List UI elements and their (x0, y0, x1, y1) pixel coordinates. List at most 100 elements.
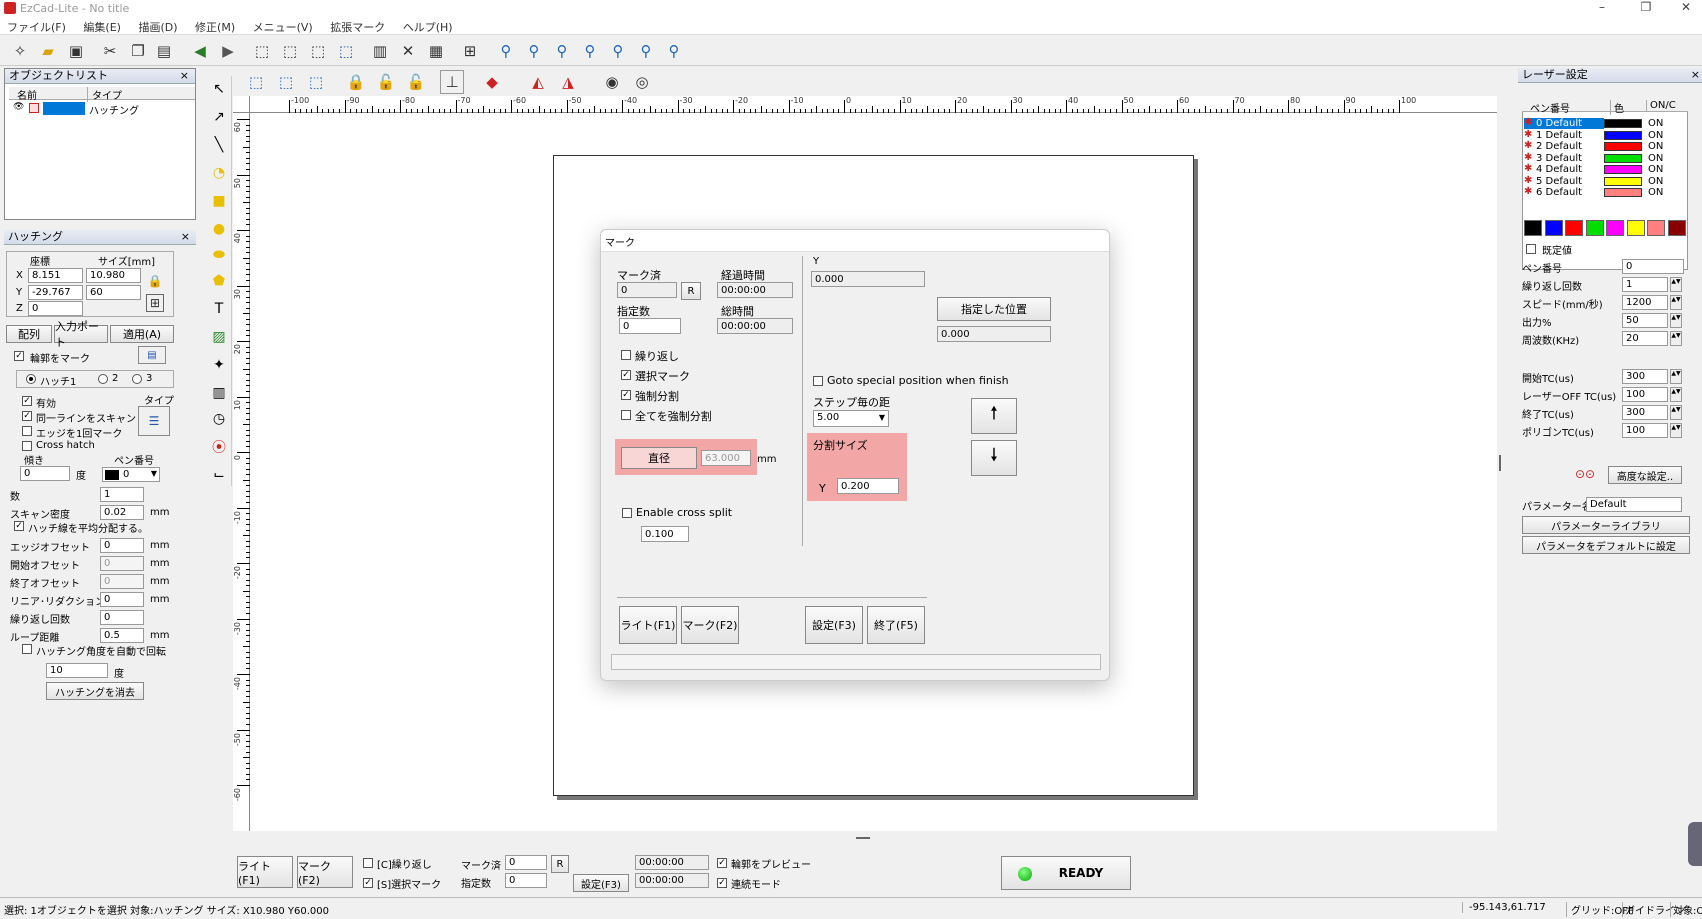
param-library-button[interactable]: パラメーターライブラリ (1522, 516, 1690, 534)
ungroup-icon[interactable]: ⬚ (306, 39, 330, 63)
speed-spinner[interactable]: ▲▼ (1670, 295, 1682, 310)
menu-modify[interactable]: 修正(M) (188, 17, 242, 35)
palette-color-swatch[interactable] (1626, 220, 1645, 236)
param-default-button[interactable]: パラメータをデフォルトに設定 (1522, 536, 1690, 554)
palette-color-swatch[interactable] (1544, 220, 1563, 236)
paste-icon[interactable]: ▤ (152, 39, 176, 63)
off-tc-spinner[interactable]: ▲▼ (1670, 387, 1682, 402)
minimize-button[interactable]: – (1582, 0, 1622, 17)
angle-input[interactable] (20, 466, 70, 481)
speed-input[interactable] (1622, 295, 1668, 310)
all-force-split-checkbox[interactable] (621, 410, 631, 420)
zoom-icon[interactable]: ⚲ (494, 39, 518, 63)
hatch-type-icon[interactable]: ☰ (138, 406, 170, 436)
tab-import[interactable]: 入力ポート (54, 320, 108, 349)
output-port-icon[interactable]: ⌙ (208, 464, 230, 486)
new-file-icon[interactable]: ✧ (8, 39, 32, 63)
zoom-select-icon[interactable]: ⚲ (662, 39, 686, 63)
zoom-all-icon[interactable]: ⚲ (634, 39, 658, 63)
start-tc-input[interactable] (1622, 369, 1668, 384)
zoom-out-icon[interactable]: ⚲ (578, 39, 602, 63)
linear-reduction-input[interactable] (100, 592, 144, 607)
text-icon[interactable]: T (208, 298, 230, 320)
advanced-settings-button[interactable]: 高度な設定.. (1608, 466, 1682, 484)
pen-row[interactable]: ✱ 4 Default ON (1524, 163, 1676, 175)
pen-row[interactable]: ✱ 1 Default ON (1524, 129, 1676, 141)
param-name-input[interactable] (1586, 497, 1682, 512)
undo-icon[interactable]: ◀ (188, 39, 212, 63)
size-lock-icon[interactable]: 🔒 (146, 272, 164, 290)
close-icon[interactable]: × (180, 69, 189, 83)
bottom-light-button[interactable]: ライト(F1) (237, 856, 293, 888)
palette-color-swatch[interactable] (1606, 220, 1624, 236)
z-input[interactable] (28, 301, 83, 316)
off-tc-input[interactable] (1622, 387, 1668, 402)
exit-button[interactable]: 終了(F5) (867, 606, 925, 644)
split-y-input[interactable] (837, 478, 899, 494)
reset-count-button[interactable]: R (681, 282, 701, 300)
save-icon[interactable]: ▣ (64, 39, 88, 63)
mark-outline-checkbox[interactable]: ✓ (14, 351, 24, 361)
menu-view[interactable]: メニュー(V) (246, 17, 320, 35)
palette-color-swatch[interactable] (1524, 220, 1542, 236)
cross-split-input[interactable] (641, 526, 689, 542)
width-input[interactable] (86, 268, 141, 283)
edge-offset-input[interactable] (100, 538, 144, 553)
polygon-tc-input[interactable] (1622, 423, 1668, 438)
ellipse-icon[interactable]: ⬬ (208, 244, 230, 266)
x-input[interactable] (28, 268, 83, 283)
zoom-plus-icon[interactable]: ⚲ (550, 39, 574, 63)
move-down-button[interactable]: 🠗 (971, 440, 1017, 476)
line-icon[interactable]: ╲ (208, 134, 230, 156)
align-icon[interactable]: ▥ (368, 39, 392, 63)
bottom-select-checkbox[interactable]: ✓ (363, 878, 373, 888)
start-tc-spinner[interactable]: ▲▼ (1670, 369, 1682, 384)
grid-position-icon[interactable]: ⊞ (146, 294, 164, 312)
visible-eye-icon[interactable]: 👁 (13, 102, 24, 112)
mark-button[interactable]: マーク(F2) (681, 606, 739, 644)
y-input[interactable] (28, 285, 83, 300)
network-icon[interactable]: ⊞ (458, 39, 482, 63)
object-snap-status[interactable]: 対象:OFF (1670, 902, 1702, 917)
loop-count-spinner[interactable]: ▲▼ (1670, 277, 1682, 292)
mirror-horizontal-icon[interactable]: ◭ (526, 70, 550, 94)
bottom-specified-input[interactable] (505, 873, 547, 888)
redo-icon[interactable]: ▶ (216, 39, 240, 63)
diameter-input[interactable] (701, 450, 751, 466)
continuous-mode-checkbox[interactable]: ✓ (717, 878, 727, 888)
mirror-vertical-icon[interactable]: ◮ (556, 70, 580, 94)
end-tc-spinner[interactable]: ▲▼ (1670, 405, 1682, 420)
pen-no-input[interactable] (1622, 259, 1684, 274)
height-input[interactable] (86, 285, 141, 300)
curve-icon[interactable]: ◔ (208, 162, 230, 184)
same-line-checkbox[interactable]: ✓ (22, 411, 32, 421)
clear-hatch-button[interactable]: ハッチングを消去 (46, 682, 144, 700)
menu-edit[interactable]: 編集(E) (76, 17, 128, 35)
goto-position-button[interactable]: 指定した位置 (937, 297, 1051, 321)
hatch2-radio[interactable] (98, 374, 108, 384)
hatch3-radio[interactable] (132, 374, 142, 384)
copy-icon[interactable]: ❐ (126, 39, 150, 63)
frequency-input[interactable] (1622, 331, 1668, 346)
unlock-icon[interactable]: 🔓 (374, 70, 398, 94)
force-split-checkbox[interactable]: ✓ (621, 390, 631, 400)
maximize-button[interactable]: ❐ (1626, 0, 1666, 17)
object-row[interactable]: 👁 ハッチング (9, 102, 195, 117)
polygon-tc-spinner[interactable]: ▲▼ (1670, 423, 1682, 438)
group-icon[interactable]: ⬚ (278, 39, 302, 63)
goto-special-checkbox[interactable] (813, 376, 823, 386)
pen-row[interactable]: ✱ 6 Default ON (1524, 186, 1676, 198)
preview-outline-checkbox[interactable]: ✓ (717, 858, 727, 868)
bottom-reset-button[interactable]: R (551, 855, 569, 873)
auto-rotate-checkbox[interactable] (22, 644, 32, 654)
input-port-icon[interactable]: ⦿ (208, 436, 230, 458)
edge-once-checkbox[interactable] (22, 426, 32, 436)
eye-settings-icon[interactable]: ◎ (630, 70, 654, 94)
palette-color-swatch[interactable] (1565, 220, 1583, 236)
pen-row[interactable]: ✱ 5 Default ON (1524, 175, 1676, 187)
select-node-icon[interactable]: ⬚ (250, 39, 274, 63)
object-name-selected[interactable] (43, 102, 85, 115)
menu-extend-mark[interactable]: 拡張マーク (323, 17, 392, 35)
enable-checkbox[interactable]: ✓ (22, 396, 32, 406)
pen-row[interactable]: ✱ 3 Default ON (1524, 152, 1676, 164)
